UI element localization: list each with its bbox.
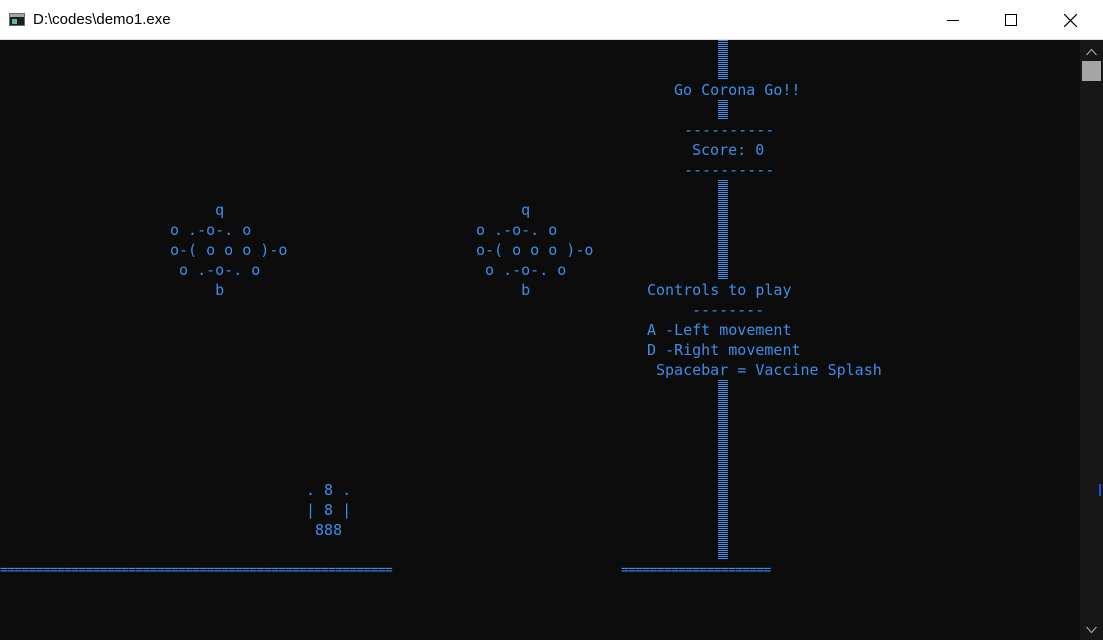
maximize-button[interactable] [982, 0, 1040, 40]
scrollbar-thumb[interactable] [1082, 61, 1101, 81]
score-divider-bottom: ---------- [684, 161, 775, 179]
close-icon [1063, 13, 1077, 27]
controls-heading: Controls to play [647, 281, 792, 299]
ground-line-right: ===================== [621, 563, 771, 578]
close-button[interactable] [1041, 0, 1099, 40]
score-divider-top: ---------- [684, 121, 775, 139]
scroll-up-icon[interactable] [1086, 48, 1097, 56]
game-title: Go Corona Go!! [674, 81, 801, 99]
edge-artifact [1099, 484, 1101, 496]
minimize-button[interactable] [924, 0, 982, 40]
control-left: A -Left movement [647, 321, 792, 339]
score-label: Score: 0 [692, 141, 765, 159]
corona-virus-enemy: q o .-o-. o o-( o o o )-o o .-o-. o b [170, 201, 288, 299]
scroll-down-icon[interactable] [1086, 626, 1097, 634]
controls-divider: -------- [692, 301, 765, 319]
vertical-scrollbar[interactable] [1080, 40, 1103, 640]
control-right: D -Right movement [647, 341, 801, 359]
console-output[interactable] [0, 40, 1080, 640]
title-bar[interactable]: D:\codes\demo1.exe [0, 0, 1103, 40]
player-ship: . 8 . | 8 | 888 [306, 481, 352, 539]
minimize-icon [947, 20, 959, 21]
maximize-icon [1005, 14, 1017, 26]
ground-line-left: ========================================… [0, 563, 393, 578]
window-title: D:\codes\demo1.exe [33, 11, 171, 28]
console-app-icon[interactable] [9, 13, 25, 26]
control-fire: Spacebar = Vaccine Splash [656, 361, 882, 379]
corona-virus-enemy: q o .-o-. o o-( o o o )-o o .-o-. o b [476, 201, 594, 299]
